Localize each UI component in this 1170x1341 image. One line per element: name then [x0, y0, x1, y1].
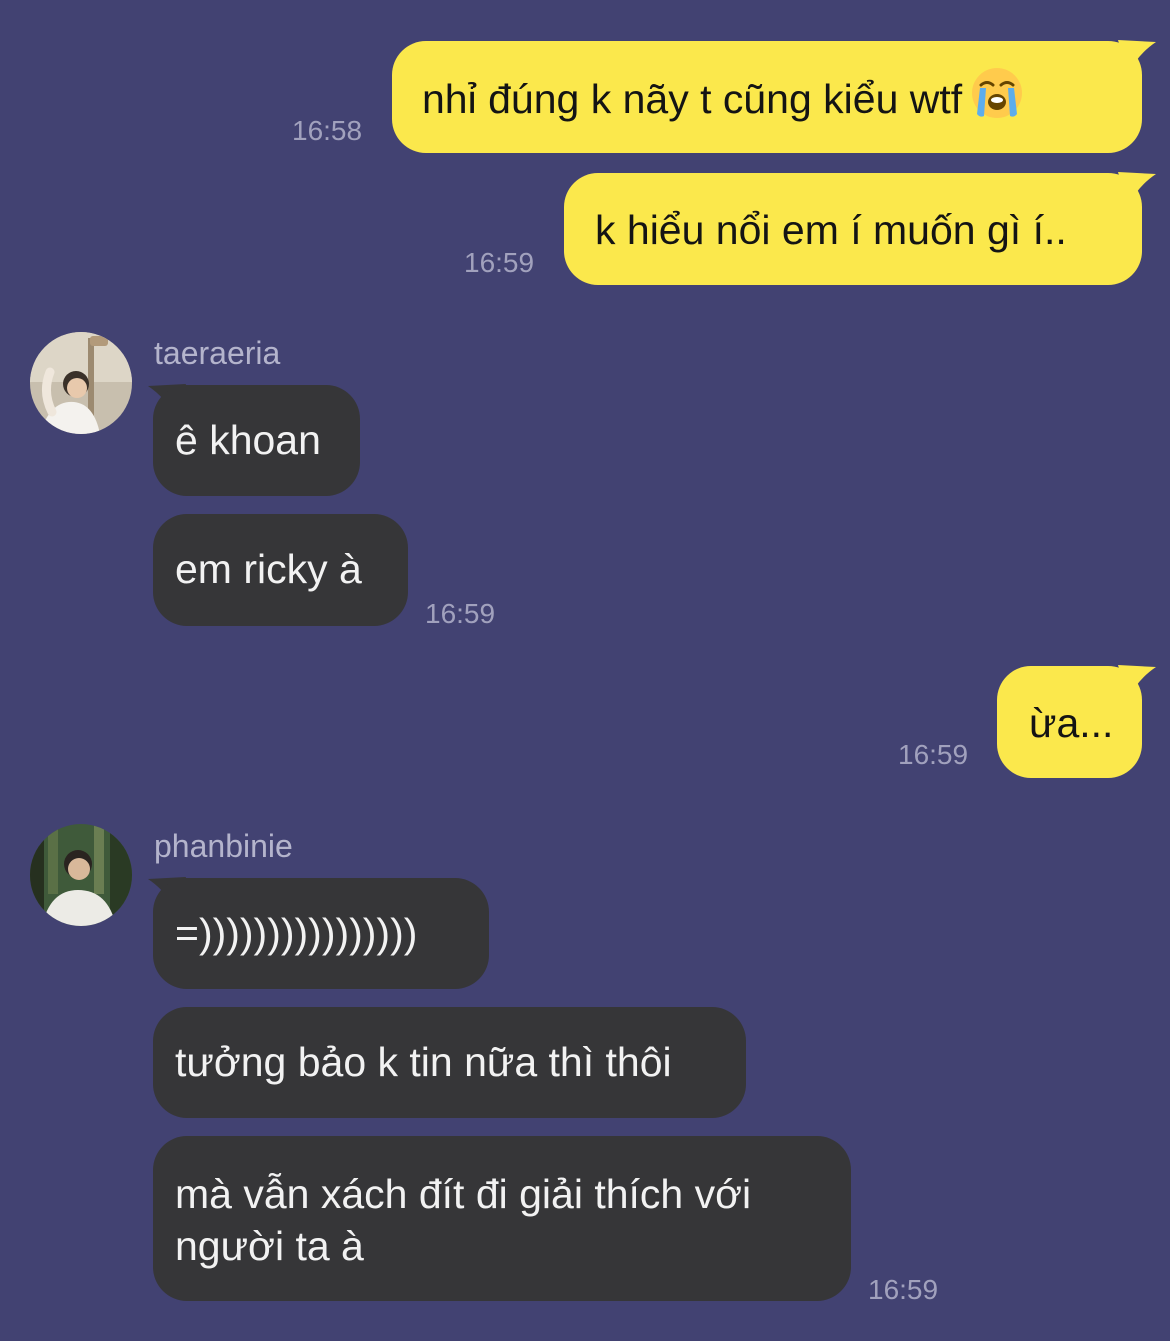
message-timestamp: 16:59: [464, 247, 535, 278]
loudly-crying-face-emoji: [970, 66, 1024, 132]
message-text: ừa...: [1029, 700, 1114, 746]
incoming-message-bubble[interactable]: =)))))))))))))))): [153, 878, 489, 989]
message-timestamp: 16:59: [868, 1274, 939, 1305]
message-timestamp: 16:59: [898, 739, 969, 770]
avatar[interactable]: [30, 824, 132, 926]
incoming-message-bubble[interactable]: tưởng bảo k tin nữa thì thôi: [153, 1007, 746, 1118]
message-timestamp: 16:58: [292, 115, 363, 146]
sender-name: taeraeria: [154, 335, 281, 371]
message-text: em ricky à: [175, 546, 362, 592]
message-text: nhỉ đúng k nãy t cũng kiểu wtf: [422, 75, 963, 122]
avatar[interactable]: [30, 332, 132, 434]
incoming-message-bubble[interactable]: mà vẫn xách đít đi giải thích với người …: [153, 1136, 851, 1301]
message-text: ê khoan: [175, 417, 321, 463]
outgoing-message-bubble[interactable]: ừa...: [997, 666, 1142, 778]
sender-name: phanbinie: [154, 828, 293, 864]
message-text: k hiểu nổi em í muốn gì í..: [595, 207, 1067, 253]
outgoing-message-bubble[interactable]: k hiểu nổi em í muốn gì í..: [564, 173, 1142, 285]
incoming-message-bubble[interactable]: em ricky à: [153, 514, 408, 626]
message-text-line: mà vẫn xách đít đi giải thích với: [175, 1171, 752, 1217]
incoming-message-bubble[interactable]: ê khoan: [153, 385, 360, 496]
message-timestamp: 16:59: [425, 598, 496, 629]
outgoing-message-bubble[interactable]: nhỉ đúng k nãy t cũng kiểu wtf: [392, 41, 1142, 153]
message-text: =)))))))))))))))): [175, 910, 418, 956]
message-text-line: người ta à: [175, 1223, 364, 1269]
message-text: tưởng bảo k tin nữa thì thôi: [175, 1039, 672, 1085]
